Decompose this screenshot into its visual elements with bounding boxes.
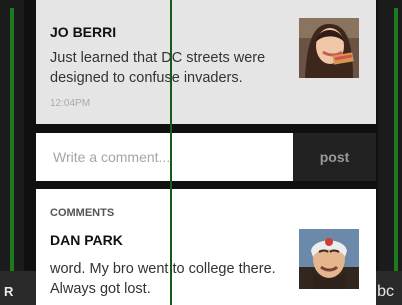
background-bottom-left-label: R	[4, 284, 14, 299]
post-comment-button[interactable]: post	[293, 133, 376, 181]
dan-park-avatar	[299, 229, 359, 289]
comment-input[interactable]	[36, 133, 293, 181]
jo-berri-avatar	[299, 18, 359, 78]
background-right-strip	[378, 0, 402, 305]
post-detail-panel: JO BERRI Just learned that DC streets we…	[36, 0, 376, 305]
post-timestamp: 12:04PM	[50, 98, 91, 109]
post-author-name: JO BERRI	[50, 24, 117, 40]
comments-header: COMMENTS	[50, 207, 115, 219]
comment-text: word. My bro went to college there. Alwa…	[50, 261, 276, 297]
comment-author-name: DAN PARK	[50, 232, 123, 248]
background-right-accent	[394, 8, 398, 298]
feed-post-card: JO BERRI Just learned that DC streets we…	[36, 0, 376, 124]
background-bottom-right-label: bc	[377, 283, 394, 300]
post-text: Just learned that DC streets were design…	[50, 50, 266, 86]
background-left-accent	[10, 8, 14, 298]
comment-composer: post	[36, 133, 376, 181]
comments-section: COMMENTS DAN PARK word. My bro went to c…	[36, 189, 376, 305]
green-divider-line	[170, 0, 172, 305]
